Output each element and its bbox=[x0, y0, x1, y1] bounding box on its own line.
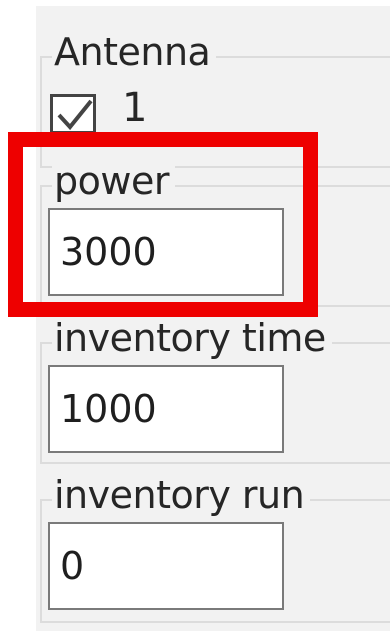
antenna-group-title: Antenna bbox=[52, 32, 217, 72]
power-label: power bbox=[52, 161, 175, 201]
antenna-1-checkbox[interactable] bbox=[50, 94, 96, 134]
inventory-time-label: inventory time bbox=[52, 318, 332, 358]
inventory-run-input[interactable] bbox=[48, 522, 284, 610]
inventory-time-input[interactable] bbox=[48, 365, 284, 453]
settings-screen: Antenna 1 power inventory time inventory… bbox=[0, 0, 390, 631]
inventory-run-label: inventory run bbox=[52, 475, 311, 515]
checkmark-icon bbox=[57, 99, 93, 131]
antenna-1-label: 1 bbox=[122, 85, 148, 131]
power-input[interactable] bbox=[48, 208, 284, 296]
